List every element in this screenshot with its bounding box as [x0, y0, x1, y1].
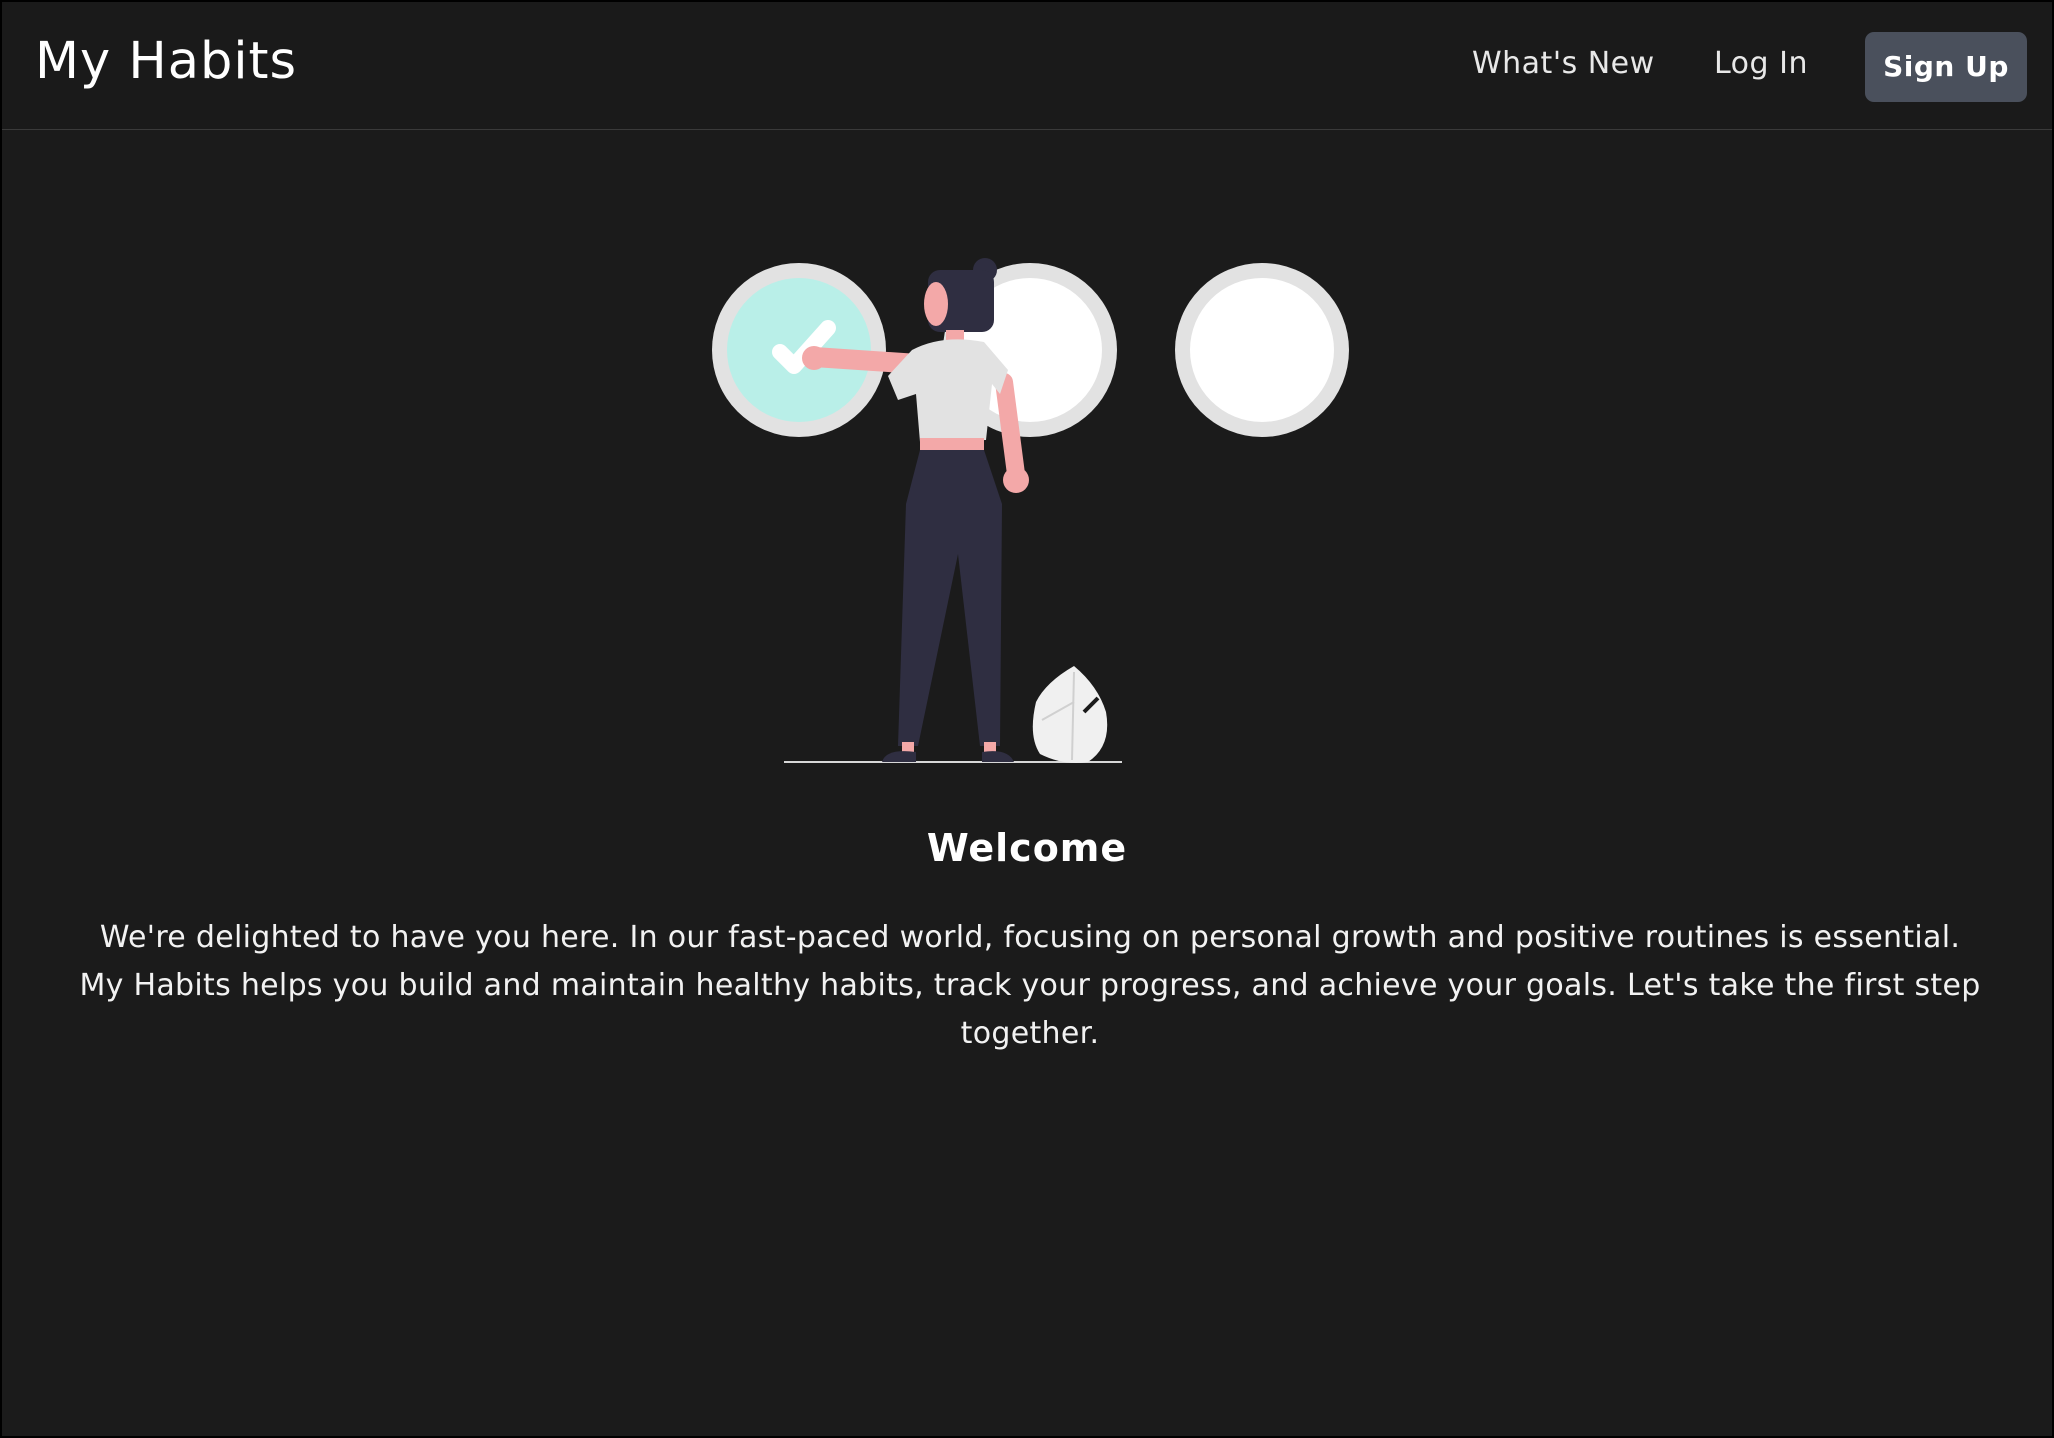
leaf-plant-icon [1032, 666, 1108, 763]
sign-up-button[interactable]: Sign Up [1865, 32, 2027, 102]
habit-circle-empty [1175, 263, 1349, 437]
nav-link-whats-new[interactable]: What's New [1472, 44, 1655, 84]
habits-illustration [702, 252, 1362, 772]
welcome-description: We're delighted to have you here. In our… [79, 920, 1981, 1051]
top-navbar: My Habits What's New Log In Sign Up [2, 2, 2052, 130]
habit-circle-checked [712, 263, 886, 437]
nav-link-log-in[interactable]: Log In [1714, 44, 1808, 84]
welcome-heading: Welcome [926, 826, 1128, 871]
brand-logo[interactable]: My Habits [35, 32, 297, 92]
page: My Habits What's New Log In Sign Up Welc… [0, 0, 2054, 1438]
illustration-svg [712, 258, 1349, 763]
